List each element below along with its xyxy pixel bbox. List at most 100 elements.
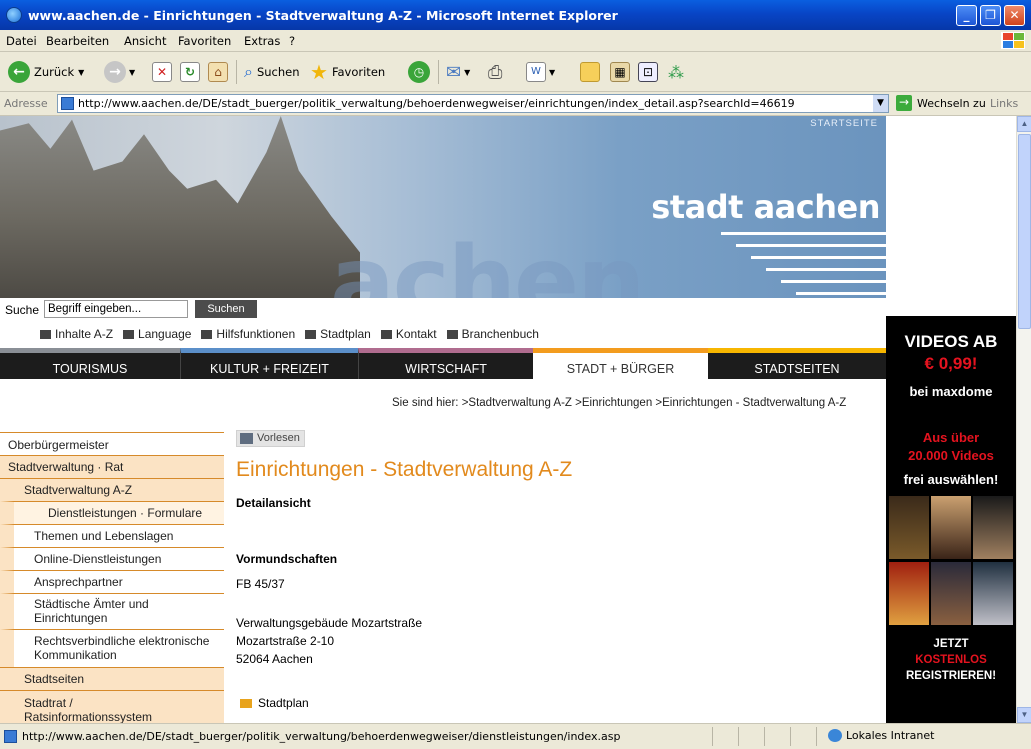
tab-kultur-freizeit[interactable]: KULTUR + FREIZEIT [180, 348, 358, 379]
scroll-up-icon[interactable]: ▲ [1017, 116, 1031, 132]
quicklink-inhalte[interactable]: Inhalte A-Z [40, 326, 113, 342]
address-block: Verwaltungsgebäude Mozartstraße Mozartst… [236, 614, 422, 668]
window-titlebar[interactable]: www.aachen.de - Einrichtungen - Stadtver… [0, 0, 1031, 30]
ie-icon [6, 7, 22, 23]
search-toolbar-button[interactable]: ⌕ Suchen [244, 59, 300, 85]
ad-text: JETZT [933, 638, 969, 650]
search-toolbar-label: Suchen [256, 65, 300, 79]
quicklink-stadtplan[interactable]: Stadtplan [305, 326, 371, 342]
ad-text: Aus über [922, 430, 980, 445]
back-button[interactable]: ← Zurück ▼ [8, 59, 84, 85]
ad-text: KOSTENLOS [915, 654, 987, 666]
print-button[interactable]: ⎙ [488, 59, 502, 85]
scroll-down-icon[interactable]: ▼ [1017, 707, 1031, 723]
address-input[interactable]: http://www.aachen.de/DE/stadt_buerger/po… [57, 94, 889, 113]
quicklink-hilfsfunktionen[interactable]: Hilfsfunktionen [201, 326, 295, 342]
sidebar-item-aemter[interactable]: Städtische Ämter und Einrichtungen [0, 593, 224, 629]
sidebar-item-stadtrat[interactable]: Stadtrat / Ratsinformationssystem [0, 690, 224, 723]
quicklink-language[interactable]: Language [123, 326, 191, 342]
ad-text: frei auswählen! [903, 472, 999, 487]
stop-icon: ✕ [152, 62, 172, 82]
toolbar: ← Zurück ▼ → ▼ ✕ ↻ ⌂ ⌕ Suchen ★ Favorite… [0, 52, 1031, 92]
sidebar-item-stadtseiten[interactable]: Stadtseiten [0, 667, 224, 690]
media-icon: ⊡ [638, 62, 658, 82]
address-line: Verwaltungsgebäude Mozartstraße [236, 616, 423, 630]
search-input[interactable] [44, 300, 188, 318]
forward-button[interactable]: → ▼ [104, 59, 135, 85]
window-title: www.aachen.de - Einrichtungen - Stadtver… [28, 8, 618, 23]
research-button[interactable]: ▦ [610, 59, 630, 85]
edit-button[interactable]: W ▼ [526, 59, 555, 85]
left-navigation: Oberbürgermeister Stadtverwaltung · Rat … [0, 432, 224, 723]
close-button[interactable]: ✕ [1004, 5, 1025, 26]
maxdome-ad-banner[interactable]: VIDEOS AB € 0,99! bei maxdome Aus über 2… [886, 316, 1016, 723]
home-button[interactable]: ⌂ [208, 59, 228, 85]
startseite-link[interactable]: STARTSEITE [810, 118, 878, 129]
vertical-scrollbar[interactable]: ▲ ▼ [1016, 116, 1031, 723]
sidebar-item-ansprechpartner[interactable]: Ansprechpartner [0, 570, 224, 593]
intranet-icon [828, 729, 842, 742]
messenger-button[interactable]: ⁂ [668, 59, 684, 85]
discuss-button[interactable] [580, 59, 600, 85]
arrow-icon [446, 329, 458, 339]
links-button[interactable]: Links [990, 97, 1018, 110]
menu-ansicht[interactable]: Ansicht [124, 34, 166, 48]
mail-button[interactable]: ✉ ▼ [446, 59, 470, 85]
go-button[interactable]: → Wechseln zu [896, 95, 986, 111]
word-icon: W [526, 62, 546, 82]
sidebar-item-stadtverwaltung-rat[interactable]: Stadtverwaltung · Rat [0, 455, 224, 478]
minimize-button[interactable]: _ [956, 5, 977, 26]
media-button[interactable]: ⊡ [638, 59, 658, 85]
speaker-icon [240, 433, 253, 444]
sidebar-item-kommunikation[interactable]: Rechtsverbindliche elektronische Kommuni… [0, 629, 224, 667]
detail-heading: Detailansicht [236, 496, 311, 510]
menu-bar: Datei Bearbeiten Ansicht Favoriten Extra… [0, 30, 1031, 52]
menu-help[interactable]: ? [289, 34, 295, 48]
windows-logo-icon [1001, 32, 1025, 49]
sidebar-item-themen[interactable]: Themen und Lebenslagen [0, 524, 224, 547]
quicklink-branchenbuch[interactable]: Branchenbuch [446, 326, 539, 342]
maximize-button[interactable]: ❐ [980, 5, 1001, 26]
breadcrumb-item[interactable]: Einrichtungen [582, 397, 652, 409]
search-button[interactable]: Suchen [195, 300, 257, 318]
sidebar-item-online[interactable]: Online-Dienstleistungen [0, 547, 224, 570]
arrow-icon [380, 329, 392, 339]
sidebar-item-dienstleistungen[interactable]: Dienstleistungen · Formulare [0, 501, 224, 524]
favorites-button[interactable]: ★ Favoriten [310, 59, 385, 85]
breadcrumb: Sie sind hier: >Stadtverwaltung A-Z >Ein… [392, 397, 847, 409]
sidebar-item-stadtverwaltung-a-z[interactable]: Stadtverwaltung A-Z [0, 478, 224, 501]
magnifier-icon: ⌕ [244, 62, 253, 81]
quicklinks: Inhalte A-Z Language Hilfsfunktionen Sta… [40, 326, 539, 342]
menu-bearbeiten[interactable]: Bearbeiten [46, 34, 109, 48]
go-label: Wechseln zu [917, 96, 986, 110]
tab-wirtschaft[interactable]: WIRTSCHAFT [358, 348, 533, 379]
sidebar-item-oberbuergermeister[interactable]: Oberbürgermeister [0, 432, 224, 455]
quicklink-kontakt[interactable]: Kontakt [380, 326, 437, 342]
chevron-down-icon[interactable]: ▼ [873, 95, 888, 112]
address-label: Adresse [4, 97, 48, 110]
address-line: 52064 Aachen [236, 652, 313, 666]
tab-tourismus[interactable]: TOURISMUS [0, 348, 180, 379]
ad-price: € 0,99! [924, 354, 978, 373]
tab-stadtseiten[interactable]: STADTSEITEN [708, 348, 886, 379]
arrow-icon [240, 698, 252, 708]
stadtplan-link[interactable]: Stadtplan [240, 696, 309, 710]
mail-icon: ✉ [446, 61, 462, 83]
mail-icon [201, 329, 213, 339]
vorlesen-button[interactable]: Vorlesen [236, 430, 305, 447]
research-icon: ▦ [610, 62, 630, 82]
header-watermark: achen [330, 226, 645, 298]
breadcrumb-item[interactable]: Stadtverwaltung A-Z [468, 397, 572, 409]
menu-extras[interactable]: Extras [244, 34, 280, 48]
history-button[interactable]: ◷ [408, 59, 430, 85]
tab-stadt-buerger[interactable]: STADT + BÜRGER [533, 348, 708, 379]
stop-button[interactable]: ✕ [152, 59, 172, 85]
stadt-aachen-logo[interactable]: stadt aachen [651, 188, 880, 226]
breadcrumb-item[interactable]: Einrichtungen - Stadtverwaltung A-Z [662, 397, 846, 409]
scroll-thumb[interactable] [1018, 134, 1031, 329]
menu-datei[interactable]: Datei [6, 34, 37, 48]
menu-favoriten[interactable]: Favoriten [178, 34, 231, 48]
refresh-button[interactable]: ↻ [180, 59, 200, 85]
history-icon: ◷ [408, 61, 430, 83]
logo-stripes [716, 226, 886, 298]
